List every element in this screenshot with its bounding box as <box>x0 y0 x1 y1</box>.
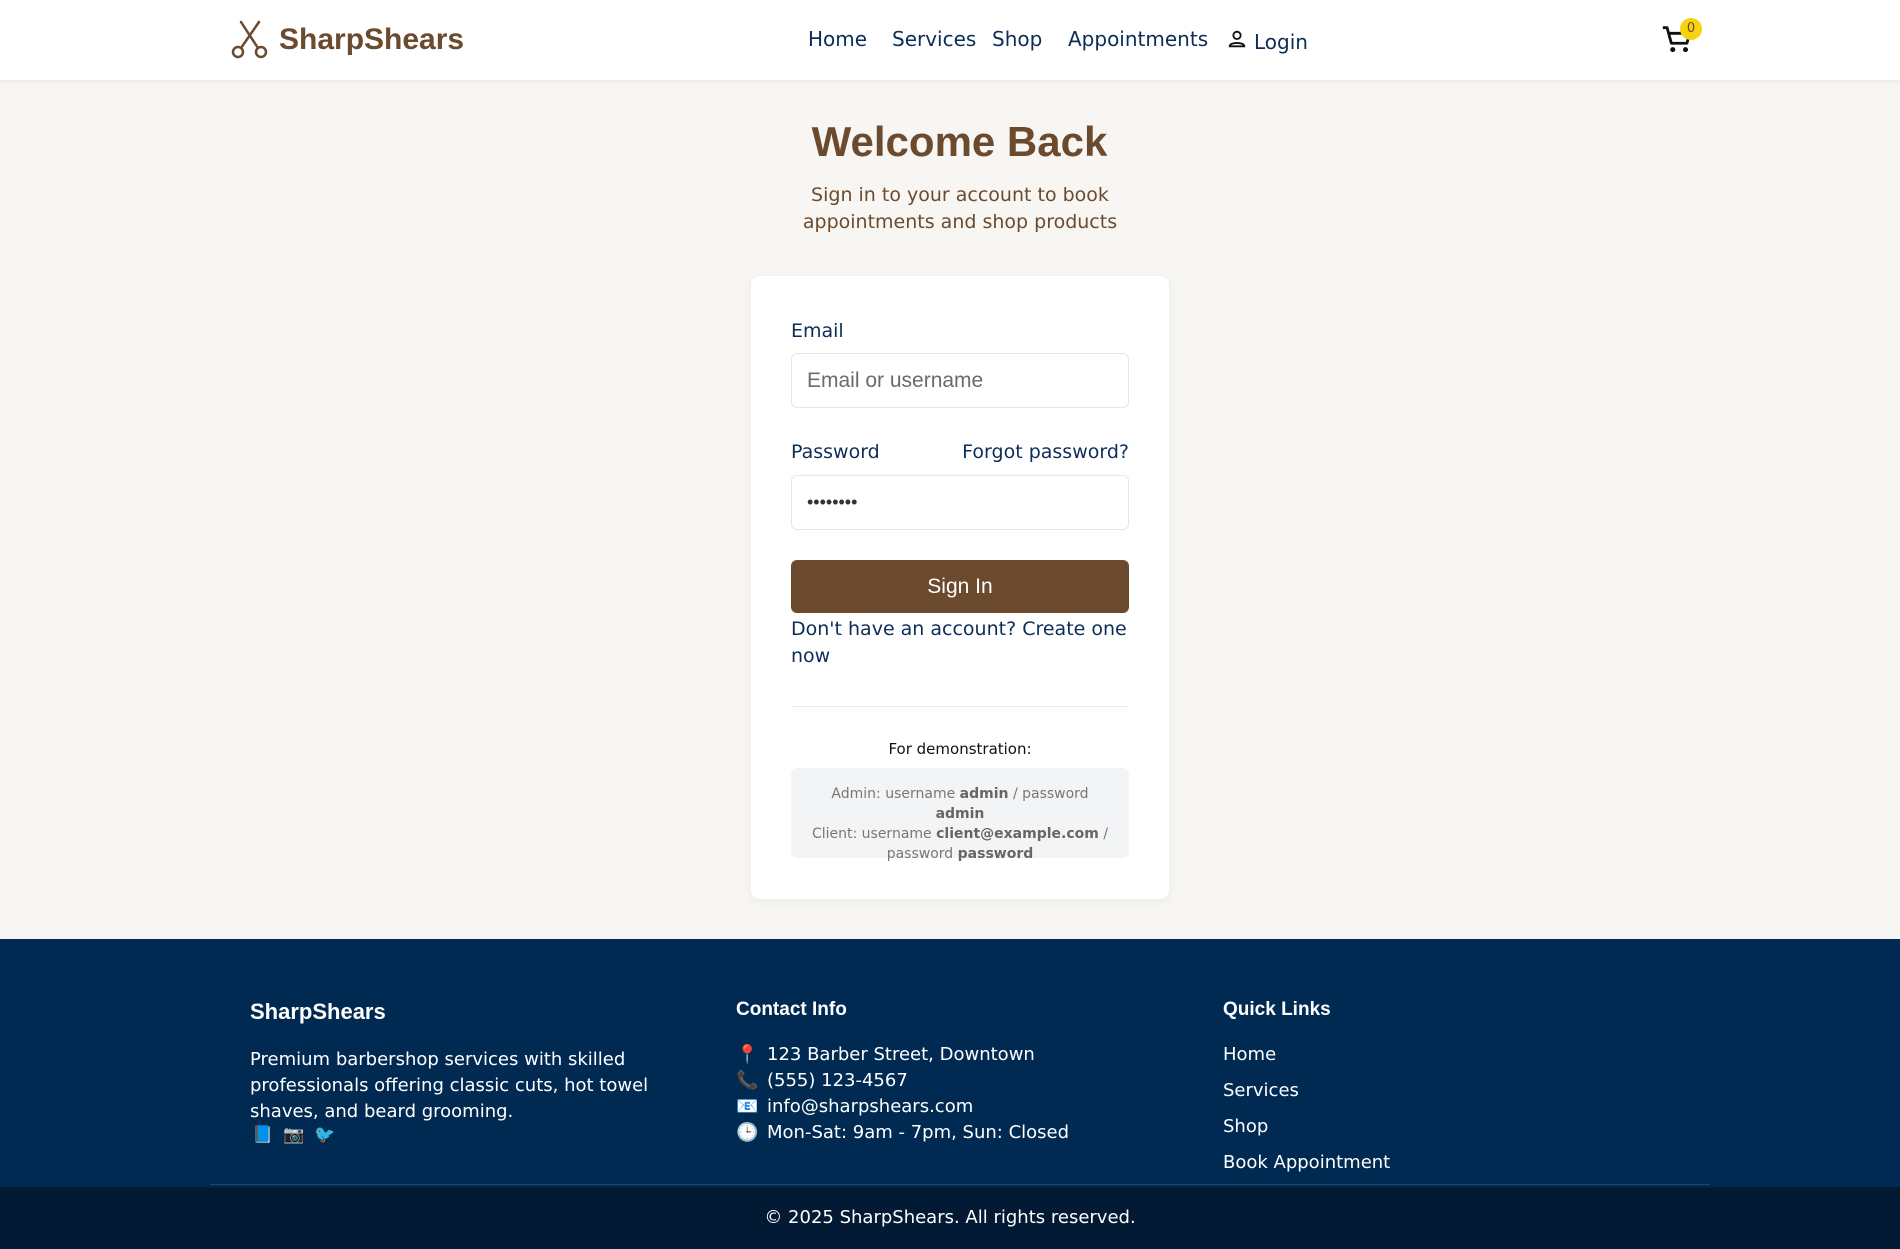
page-title: Welcome Back <box>811 118 1108 165</box>
person-icon <box>1228 30 1246 48</box>
cart-count-badge: 0 <box>1680 18 1702 40</box>
pin-icon: 📍 <box>736 1044 759 1065</box>
contact-info-title: Contact Info <box>736 999 847 1020</box>
camera-icon[interactable]: 📷 <box>283 1125 304 1145</box>
demo-admin-line: Admin: username admin / password admin <box>831 786 1089 822</box>
divider <box>791 706 1129 707</box>
login-card: Email Password Forgot password? Sign In … <box>751 276 1169 899</box>
copyright-bar: © 2025 SharpShears. All rights reserved. <box>0 1187 1900 1249</box>
contact-hours: 🕒 Mon-Sat: 9am - 7pm, Sun: Closed <box>736 1122 1070 1143</box>
bird-icon[interactable]: 🐦 <box>314 1125 335 1145</box>
nav-login-label: Login <box>1254 30 1308 54</box>
email-field[interactable] <box>791 353 1129 408</box>
footer-link-services[interactable]: Services <box>1223 1080 1299 1101</box>
quick-links-title: Quick Links <box>1223 999 1331 1020</box>
footer-brand: SharpShears <box>250 999 386 1024</box>
nav-home[interactable]: Home <box>808 27 867 51</box>
demo-client-line: Client: username client@example.com / pa… <box>811 826 1109 862</box>
clock-icon: 🕒 <box>736 1122 759 1143</box>
email-label: Email <box>791 320 844 342</box>
page-subtitle: Sign in to your account to book appointm… <box>802 184 1118 233</box>
nav-services[interactable]: Services <box>892 27 976 51</box>
site-footer: SharpShears Premium barbershop services … <box>0 939 1900 1187</box>
footer-divider <box>210 1184 1710 1185</box>
contact-address: 📍 123 Barber Street, Downtown <box>736 1044 1035 1065</box>
phone-icon: 📞 <box>736 1070 759 1091</box>
footer-description: Premium barbershop services with skilled… <box>250 1049 649 1122</box>
contact-email: 📧 info@sharpshears.com <box>736 1096 974 1117</box>
brand-name: SharpShears <box>279 23 465 56</box>
social-links: 📘 📷 🐦 <box>252 1125 336 1145</box>
forgot-password-link[interactable]: Forgot password? <box>962 441 1129 463</box>
demo-credentials: Admin: username admin / password admin C… <box>791 768 1129 862</box>
password-field[interactable] <box>791 475 1129 530</box>
sign-in-button[interactable]: Sign In <box>791 560 1129 613</box>
brand-logo[interactable]: SharpShears <box>231 20 464 60</box>
facebook-icon[interactable]: 📘 <box>252 1125 273 1145</box>
demo-title: For demonstration: <box>888 740 1032 758</box>
nav-shop[interactable]: Shop <box>992 27 1042 51</box>
footer-link-shop[interactable]: Shop <box>1223 1116 1268 1137</box>
footer-link-home[interactable]: Home <box>1223 1044 1276 1065</box>
site-header: SharpShears Home Services Shop Appointme… <box>0 0 1900 80</box>
nav-appointments[interactable]: Appointments <box>1068 27 1208 51</box>
nav-login[interactable]: Login <box>1226 30 1308 54</box>
email-icon: 📧 <box>736 1096 759 1117</box>
contact-phone: 📞 (555) 123-4567 <box>736 1070 908 1091</box>
scissors-icon <box>231 20 268 59</box>
create-account-link[interactable]: Don't have an account? Create one now <box>791 616 1129 670</box>
password-label: Password <box>791 441 880 463</box>
footer-link-book-appointment[interactable]: Book Appointment <box>1223 1152 1390 1173</box>
